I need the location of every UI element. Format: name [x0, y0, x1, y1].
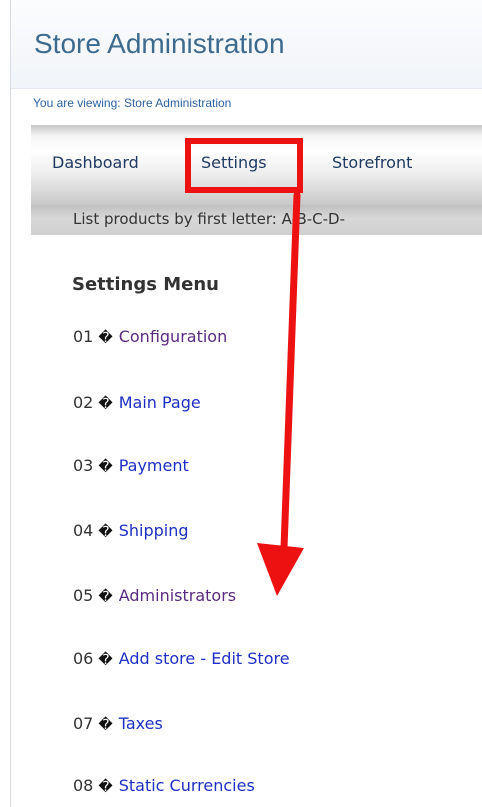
- menu-item-add-store-edit-store: 06 � Add store - Edit Store: [73, 649, 290, 668]
- bullet-icon: �: [98, 779, 113, 795]
- bullet-icon: �: [98, 652, 113, 668]
- menu-item-main-page: 02 � Main Page: [73, 393, 201, 412]
- breadcrumb: You are viewing: Store Administration: [33, 96, 232, 110]
- menu-item-number: 08: [73, 776, 94, 795]
- tab-dashboard[interactable]: Dashboard: [52, 153, 139, 172]
- menu-item-payment: 03 � Payment: [73, 456, 189, 475]
- bullet-icon: �: [98, 330, 113, 346]
- add-store-edit-store-link[interactable]: Add store - Edit Store: [119, 649, 290, 668]
- administrators-link[interactable]: Administrators: [119, 586, 236, 605]
- menu-item-configuration: 01 � Configuration: [73, 327, 227, 346]
- menu-item-number: 05: [73, 586, 94, 605]
- page-title: Store Administration: [34, 28, 285, 59]
- menu-item-administrators: 05 � Administrators: [73, 586, 236, 605]
- annotation-highlight-box: [185, 138, 303, 193]
- taxes-link[interactable]: Taxes: [119, 714, 163, 733]
- bullet-icon: �: [98, 717, 113, 733]
- letter-filter-bar: List products by first letter: A-B-C-D-: [31, 205, 482, 235]
- tab-storefront[interactable]: Storefront: [332, 153, 412, 172]
- letter-filter-label: List products by first letter:: [73, 210, 277, 228]
- bullet-icon: �: [98, 396, 113, 412]
- main-page-link[interactable]: Main Page: [119, 393, 201, 412]
- settings-menu-heading: Settings Menu: [72, 274, 219, 295]
- menu-item-taxes: 07 � Taxes: [73, 714, 163, 733]
- menu-item-number: 04: [73, 521, 94, 540]
- configuration-link[interactable]: Configuration: [119, 327, 228, 346]
- page-left-border: [10, 0, 11, 807]
- menu-item-number: 01: [73, 327, 94, 346]
- menu-item-shipping: 04 � Shipping: [73, 521, 189, 540]
- menu-item-number: 06: [73, 649, 94, 668]
- menu-item-number: 02: [73, 393, 94, 412]
- static-currencies-link[interactable]: Static Currencies: [119, 776, 255, 795]
- bullet-icon: �: [98, 459, 113, 475]
- bullet-icon: �: [98, 524, 113, 540]
- payment-link[interactable]: Payment: [119, 456, 189, 475]
- letter-filter-links[interactable]: A-B-C-D-: [282, 210, 345, 228]
- menu-item-static-currencies: 08 � Static Currencies: [73, 776, 255, 795]
- menu-item-number: 07: [73, 714, 94, 733]
- bullet-icon: �: [98, 589, 113, 605]
- shipping-link[interactable]: Shipping: [119, 521, 189, 540]
- menu-item-number: 03: [73, 456, 94, 475]
